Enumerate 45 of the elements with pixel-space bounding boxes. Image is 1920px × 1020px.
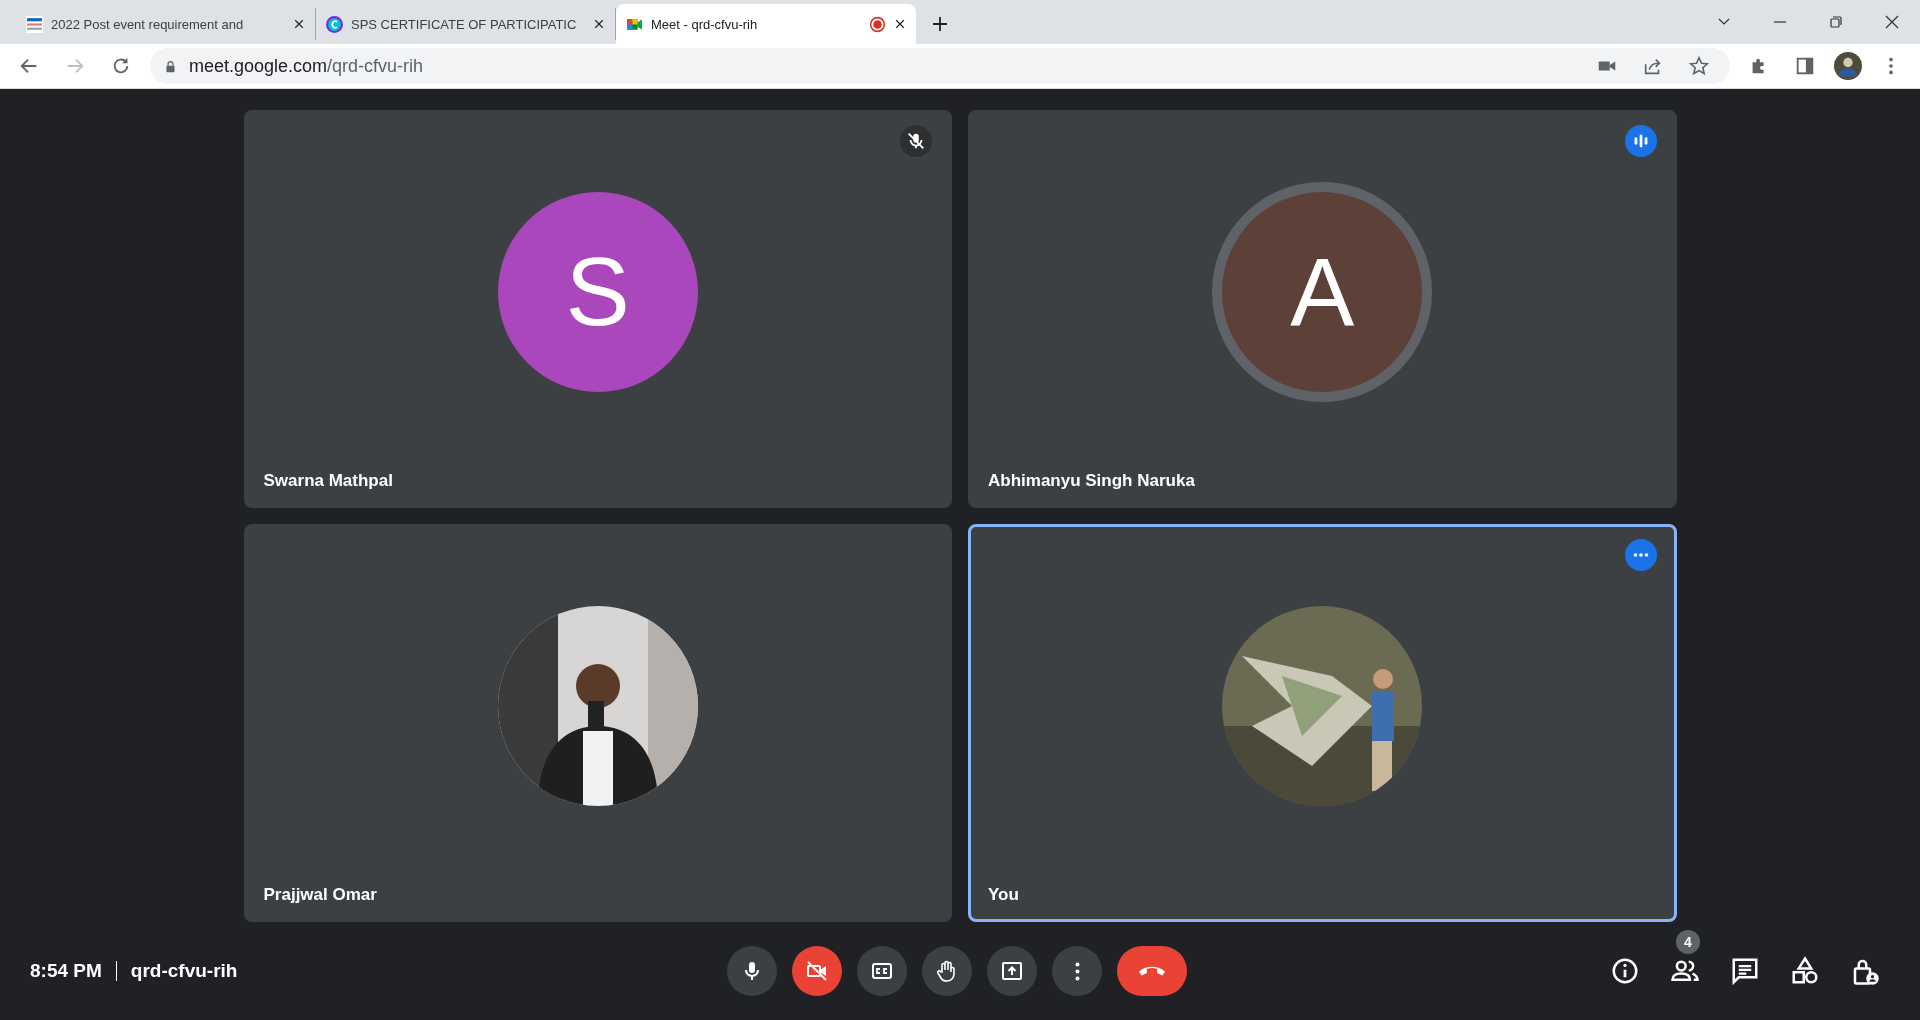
tab-title: Meet - qrd-cfvu-rih xyxy=(651,16,759,32)
avatar-letter: S xyxy=(497,192,698,392)
participant-count-badge: 4 xyxy=(1676,930,1700,954)
muted-icon xyxy=(900,125,932,157)
browser-tab[interactable]: 2022 Post event requirement and xyxy=(16,8,316,40)
hangup-icon xyxy=(1139,965,1165,977)
participant-name: Abhimanyu Singh Naruka xyxy=(987,471,1196,492)
participant-name: Prajjwal Omar xyxy=(262,885,378,906)
ieee-favicon-icon xyxy=(26,15,43,33)
participant-name: Swarna Mathpal xyxy=(262,471,394,492)
chat-icon[interactable] xyxy=(1730,956,1760,986)
activities-icon[interactable] xyxy=(1790,956,1820,986)
participant-name: You xyxy=(987,885,1020,906)
meeting-code: qrd-cfvu-rih xyxy=(130,960,238,982)
url-text: meet.google.com/qrd-cfvu-rih xyxy=(189,55,424,77)
address-field[interactable]: meet.google.com/qrd-cfvu-rih xyxy=(150,48,1730,84)
lock-icon xyxy=(164,59,177,73)
present-icon xyxy=(1000,959,1024,983)
side-panel-icon[interactable] xyxy=(1794,55,1816,77)
info-icon[interactable] xyxy=(1610,956,1640,986)
more-icon xyxy=(1074,961,1080,981)
profile-avatar[interactable] xyxy=(1834,52,1862,80)
tab-title: SPS CERTIFICATE OF PARTICIPATIC xyxy=(351,16,578,32)
camera-button[interactable] xyxy=(792,946,842,996)
hand-button[interactable] xyxy=(922,946,972,996)
browser-tab[interactable]: Meet - qrd-cfvu-rih xyxy=(616,4,916,44)
camera-icon xyxy=(805,959,829,983)
close-tab-icon[interactable] xyxy=(894,18,906,30)
tab-title: 2022 Post event requirement and xyxy=(51,16,245,32)
restore-icon[interactable] xyxy=(1828,14,1844,30)
more-options-icon[interactable] xyxy=(1624,539,1657,571)
canva-favicon-icon xyxy=(326,15,343,33)
more-button[interactable] xyxy=(1052,946,1102,996)
present-button[interactable] xyxy=(987,946,1037,996)
close-tab-icon[interactable] xyxy=(293,18,305,30)
mic-button[interactable] xyxy=(727,946,777,996)
speaking-icon xyxy=(1624,125,1657,157)
new-tab-icon[interactable] xyxy=(932,16,948,32)
captions-button[interactable] xyxy=(857,946,907,996)
close-icon[interactable] xyxy=(1884,14,1900,30)
star-icon[interactable] xyxy=(1688,55,1710,77)
close-tab-icon[interactable] xyxy=(593,18,605,30)
hangup-button[interactable] xyxy=(1117,946,1187,996)
browser-tab[interactable]: SPS CERTIFICATE OF PARTICIPATIC xyxy=(316,8,616,40)
meeting-time: 8:54 PM xyxy=(30,960,102,982)
